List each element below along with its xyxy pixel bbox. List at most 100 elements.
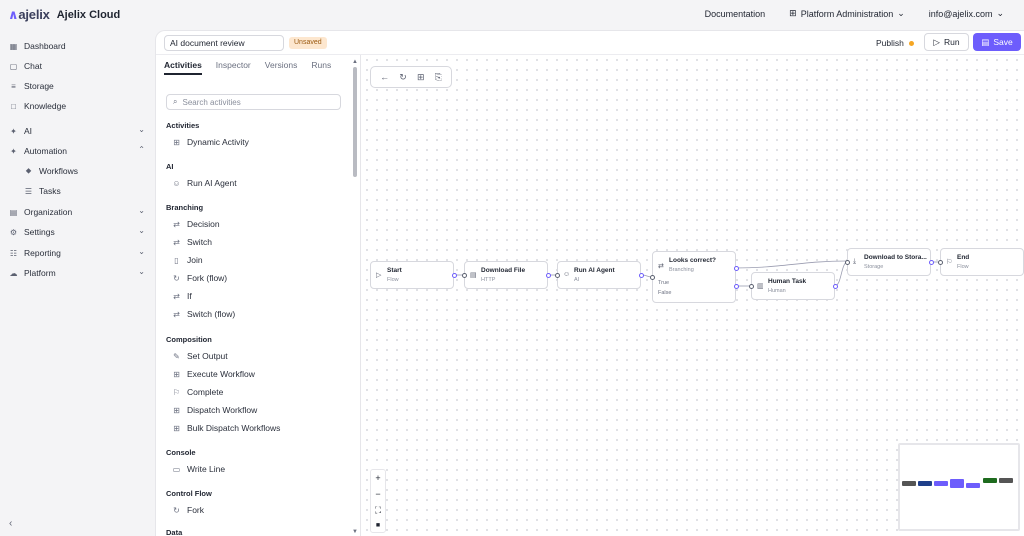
activity-item[interactable]: ⊞ Bulk Dispatch Workflows <box>172 423 280 433</box>
output-port[interactable] <box>452 273 457 278</box>
minimap-node <box>983 478 997 483</box>
platform-admin-menu[interactable]: ⊞ Platform Administration ⌄ <box>789 8 905 19</box>
run-button[interactable]: ▷ Run <box>924 33 969 51</box>
activity-item[interactable]: ↻ Fork <box>172 505 204 515</box>
activity-item[interactable]: ↻ Fork (flow) <box>172 273 227 283</box>
activity-item[interactable]: ▯ Join <box>172 255 202 265</box>
sidebar-item-label: Reporting <box>24 248 61 258</box>
sidebar-item-reporting[interactable]: ☷ Reporting ⌄ <box>9 246 145 260</box>
minimap-node <box>999 478 1013 483</box>
sidebar-item-label: AI <box>24 126 33 136</box>
output-port[interactable] <box>929 260 934 265</box>
sidebar-item-ai[interactable]: ✦ AI ⌄ <box>9 124 145 138</box>
publish-toggle[interactable]: Publish <box>876 38 914 48</box>
activity-label: Dynamic Activity <box>187 137 249 147</box>
node-download-to-storage[interactable]: ⤓ Download to Stora... Storage <box>845 248 934 276</box>
node-start[interactable]: ▷ Start Flow <box>370 261 457 289</box>
tab-activities[interactable]: Activities <box>164 60 202 75</box>
sidebar-item-label: Automation <box>24 146 67 156</box>
output-port-true[interactable] <box>734 266 739 271</box>
node-human-task[interactable]: ▥ Human Task Human <box>749 272 838 300</box>
save-button[interactable]: ▤ Save <box>973 33 1021 51</box>
input-port[interactable] <box>938 260 943 265</box>
fit-view-icon[interactable]: ⛶ <box>375 505 381 516</box>
run-label: Run <box>943 37 960 47</box>
person-icon: ☺ <box>563 271 571 278</box>
sidebar-item-workflows[interactable]: ⬥ Workflows <box>24 164 145 178</box>
activity-item[interactable]: ⇄ Switch <box>172 237 212 247</box>
node-end[interactable]: ⚐ End Flow <box>938 248 1024 276</box>
sidebar-item-organization[interactable]: ▤ Organization ⌄ <box>9 205 145 219</box>
workflow-canvas[interactable]: ← ↻ ⊞ ⎘ ▷ Start Flow ▤ Download File HTT… <box>362 55 1024 536</box>
node-download-file[interactable]: ▤ Download File HTTP <box>462 261 551 289</box>
activity-item[interactable]: ✎ Set Output <box>172 351 228 361</box>
node-subtitle: AI <box>574 277 580 283</box>
node-subtitle: Human <box>768 288 786 294</box>
activity-item[interactable]: ⚐ Complete <box>172 387 223 397</box>
tab-versions[interactable]: Versions <box>265 60 298 75</box>
activity-item[interactable]: ▭ Write Line <box>172 464 225 474</box>
minimap[interactable] <box>898 443 1020 531</box>
switch-icon: ⇄ <box>173 237 180 247</box>
output-port-false[interactable] <box>734 284 739 289</box>
brand[interactable]: ∧ajelix Ajelix Cloud <box>8 7 120 23</box>
scroll-down-arrow[interactable]: ▼ <box>352 529 358 535</box>
activity-label: Run AI Agent <box>187 178 237 188</box>
user-menu[interactable]: info@ajelix.com ⌄ <box>929 8 1004 19</box>
workflow-name-input[interactable] <box>164 35 284 51</box>
section-title: Data <box>166 528 183 536</box>
activity-item[interactable]: ⊞ Dynamic Activity <box>172 137 249 147</box>
search-icon: ⌕ <box>173 97 178 106</box>
activity-item[interactable]: ⊞ Execute Workflow <box>172 369 255 379</box>
sidebar-item-chat[interactable]: ▢ Chat <box>9 59 145 73</box>
input-port[interactable] <box>845 260 850 265</box>
search-activities[interactable]: ⌕ <box>166 94 341 110</box>
chevron-left-icon: ‹ <box>9 518 13 529</box>
activity-item[interactable]: ⊞ Dispatch Workflow <box>172 405 257 415</box>
output-port[interactable] <box>639 273 644 278</box>
sidebar-item-settings[interactable]: ⚙ Settings ⌄ <box>9 225 145 239</box>
sidebar-item-platform[interactable]: ☁ Platform ⌄ <box>9 266 146 280</box>
sidebar-item-dashboard[interactable]: ▦ Dashboard <box>9 39 145 53</box>
activity-item[interactable]: ⇄ If <box>172 291 192 301</box>
input-port[interactable] <box>462 273 467 278</box>
activity-label: Fork (flow) <box>187 273 228 283</box>
tab-inspector[interactable]: Inspector <box>216 60 251 75</box>
chat-icon: ▢ <box>9 61 18 71</box>
chevron-down-icon: ⌄ <box>996 8 1004 18</box>
node-subtitle: Flow <box>957 264 969 270</box>
input-port[interactable] <box>650 275 655 280</box>
sidebar-item-storage[interactable]: ≡ Storage <box>9 79 145 93</box>
sidebar-item-automation[interactable]: ✦ Automation ⌃ <box>9 144 145 158</box>
zoom-in-icon[interactable]: + <box>375 473 380 483</box>
output-port[interactable] <box>546 273 551 278</box>
activities-panel: Activities Inspector Versions Runs ▲ ▼ ⌕… <box>156 55 361 536</box>
top-bar: ∧ajelix Ajelix Cloud Documentation ⊞ Pla… <box>0 0 1024 30</box>
scroll-up-arrow[interactable]: ▲ <box>352 59 358 65</box>
sidebar-item-knowledge[interactable]: □ Knowledge <box>9 99 145 113</box>
platform-admin-label: Platform Administration <box>800 8 894 19</box>
collapse-sidebar-button[interactable]: ‹ <box>9 518 12 529</box>
documentation-link[interactable]: Documentation <box>705 9 766 19</box>
sidebar-item-label: Storage <box>24 81 54 91</box>
activity-item[interactable]: ☺ Run AI Agent <box>172 178 237 188</box>
input-port[interactable] <box>555 273 560 278</box>
chevron-down-icon: ⌄ <box>138 226 145 235</box>
lock-icon[interactable]: ■ <box>376 522 380 529</box>
search-input[interactable] <box>182 97 333 107</box>
sidebar-item-tasks[interactable]: ☰ Tasks <box>24 184 145 198</box>
zoom-out-icon[interactable]: − <box>375 489 380 499</box>
output-port[interactable] <box>833 284 838 289</box>
tab-runs[interactable]: Runs <box>311 60 331 75</box>
input-port[interactable] <box>749 284 754 289</box>
node-looks-correct[interactable]: ⇄ Looks correct? Branching True False <box>650 251 739 303</box>
storage-icon: ≡ <box>11 81 16 91</box>
play-icon: ▷ <box>376 272 382 279</box>
activity-item[interactable]: ⇄ Decision <box>172 219 219 229</box>
sidebar-item-label: Organization <box>24 207 73 217</box>
cloud-icon: ☁ <box>9 268 18 278</box>
activity-item[interactable]: ⇄ Switch (flow) <box>172 309 235 319</box>
node-run-ai-agent[interactable]: ☺ Run AI Agent AI <box>555 261 644 289</box>
publish-label: Publish <box>876 38 904 48</box>
panel-scrollbar[interactable] <box>353 67 357 177</box>
